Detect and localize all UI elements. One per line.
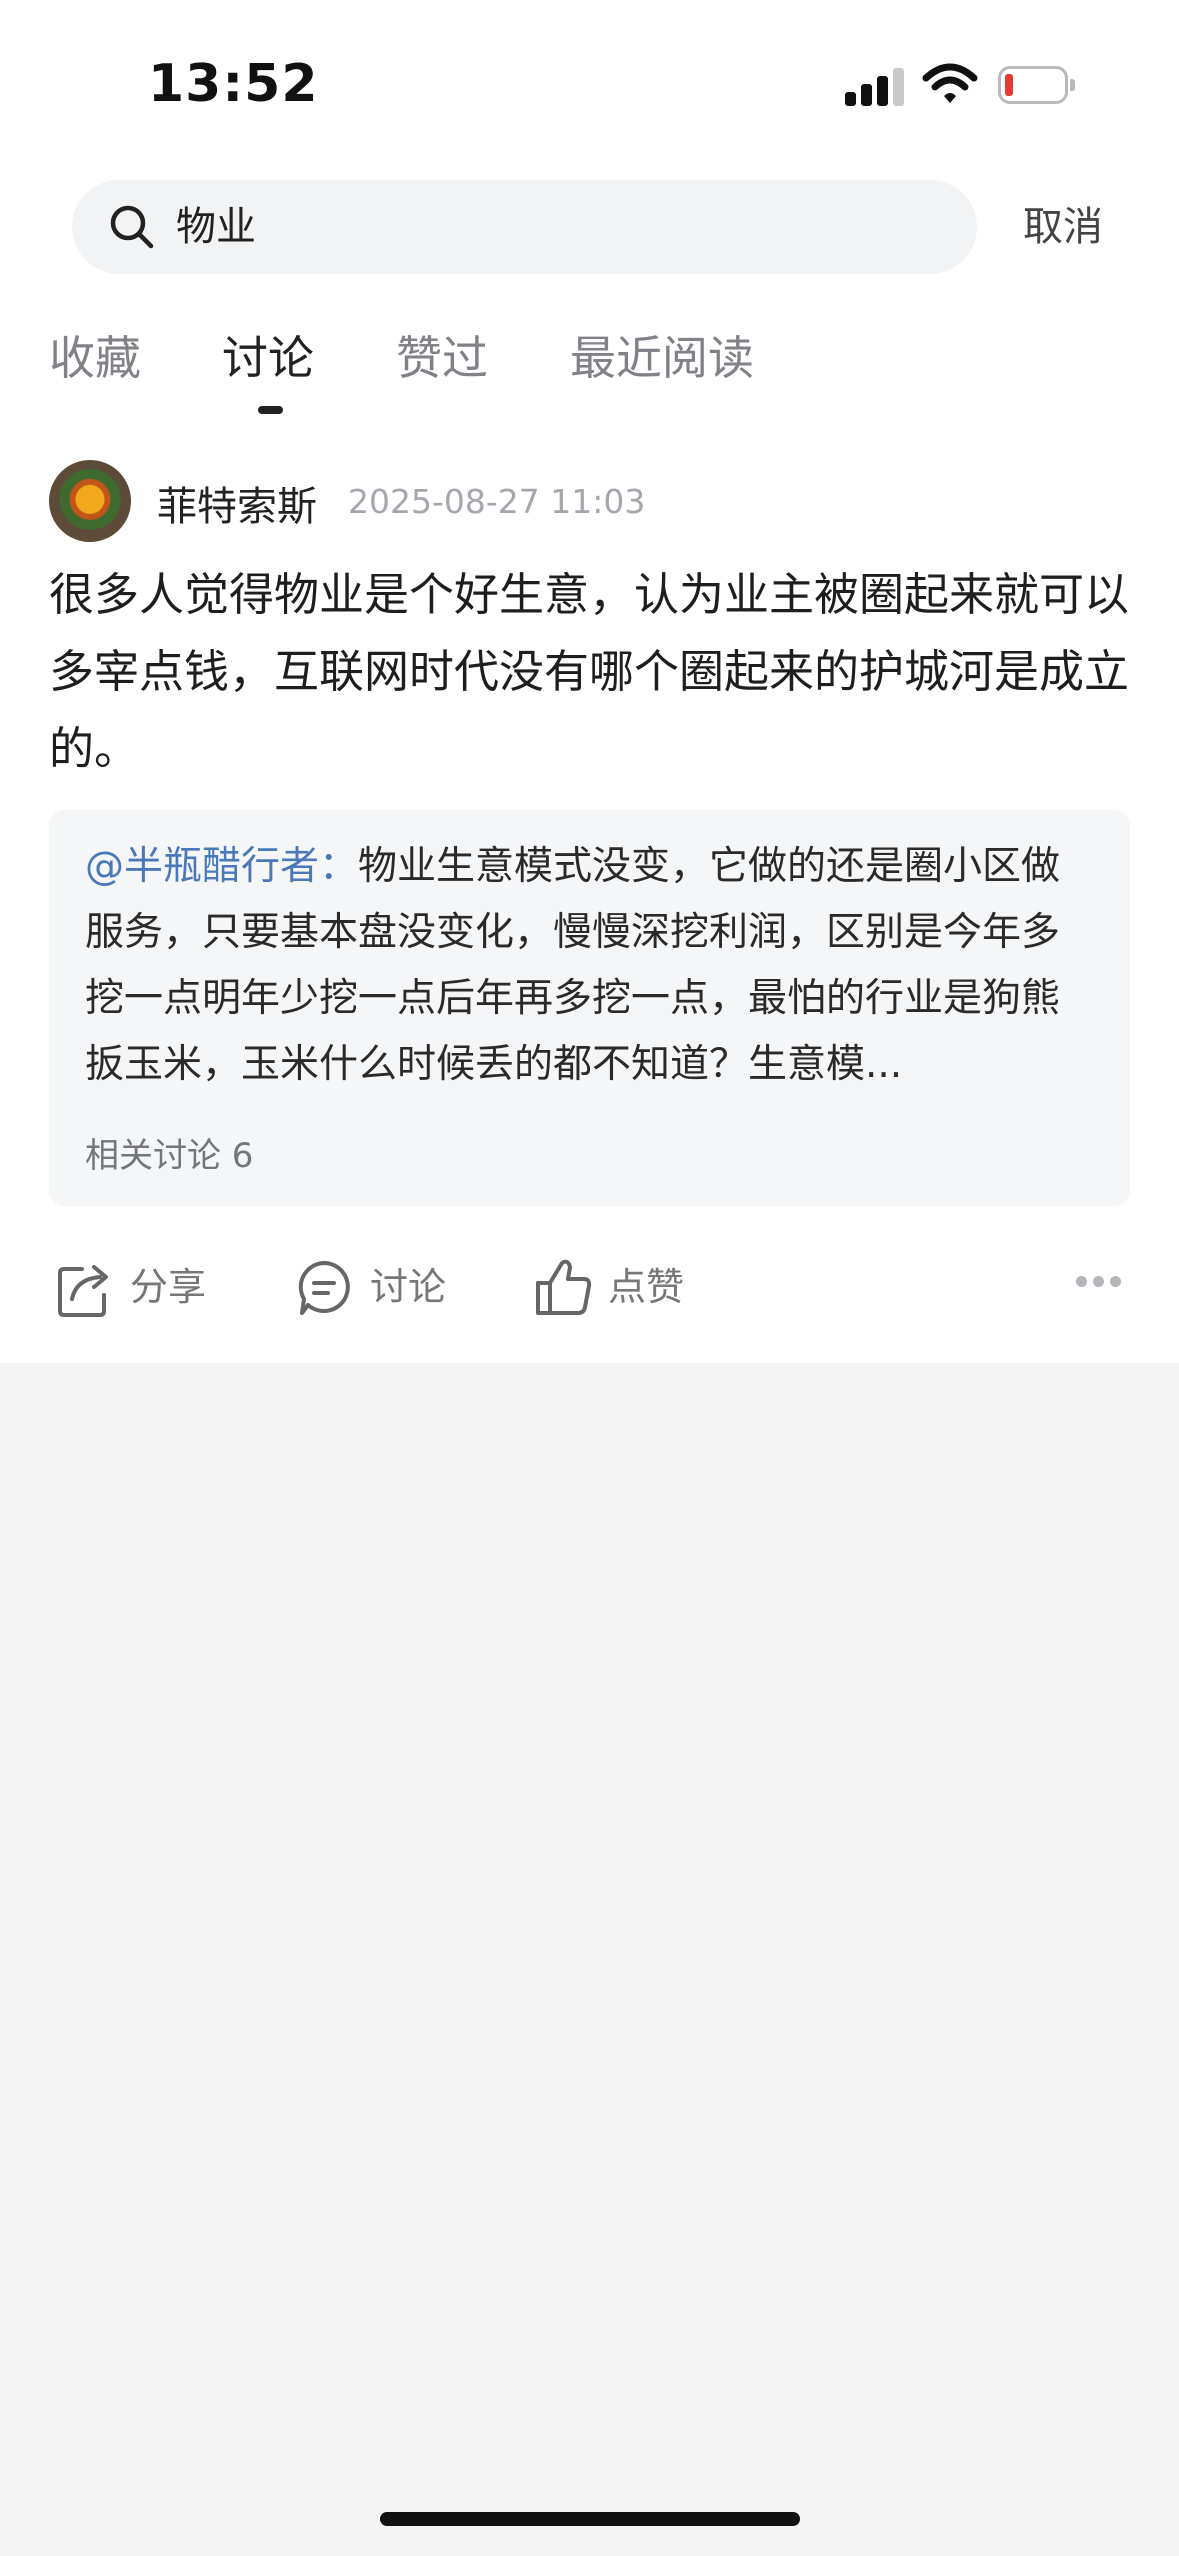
tab-discussions[interactable]: 讨论 [222, 322, 314, 388]
like-label: 点赞 [608, 1265, 685, 1309]
cellular-signal-icon [845, 66, 905, 106]
active-tab-indicator [258, 406, 283, 414]
cancel-button[interactable]: 取消 [1023, 180, 1103, 274]
avatar[interactable] [49, 460, 131, 542]
search-bar[interactable]: 物业 [72, 180, 977, 274]
content-panel: 13:52 物业 取消 收藏 讨论 赞过 最近阅读 菲特索斯 2025-08-2… [0, 0, 1179, 1363]
comment-icon [298, 1261, 350, 1315]
discuss-button[interactable]: 讨论 [296, 1255, 466, 1319]
like-button[interactable]: 点赞 [534, 1255, 704, 1319]
share-button[interactable]: 分享 [56, 1255, 226, 1319]
author-name[interactable]: 菲特索斯 [157, 474, 317, 532]
search-icon [110, 205, 154, 249]
post-text[interactable]: 很多人觉得物业是个好生意，认为业主被圈起来就可以多宰点钱，互联网时代没有哪个圈起… [49, 556, 1139, 787]
related-discussions-link[interactable]: 相关讨论 6 [85, 1128, 253, 1177]
tab-recent-reads[interactable]: 最近阅读 [570, 322, 754, 388]
mention-link[interactable]: @半瓶醋行者： [85, 844, 358, 889]
status-time: 13:52 [148, 54, 319, 114]
share-icon [58, 1265, 108, 1317]
tab-liked[interactable]: 赞过 [396, 322, 488, 388]
home-indicator[interactable] [380, 2512, 800, 2526]
tab-favorites[interactable]: 收藏 [49, 322, 141, 388]
wifi-icon [922, 63, 978, 103]
battery-icon [998, 66, 1078, 106]
search-input[interactable]: 物业 [176, 180, 256, 274]
more-options-icon[interactable] [1076, 1276, 1122, 1288]
post-timestamp: 2025-08-27 11:03 [348, 482, 646, 521]
discuss-label: 讨论 [370, 1265, 447, 1309]
quoted-comment-card[interactable]: @半瓶醋行者：物业生意模式没变，它做的还是圈小区做服务，只要基本盘没变化，慢慢深… [49, 810, 1130, 1206]
thumbs-up-icon [536, 1259, 592, 1315]
quoted-comment: @半瓶醋行者：物业生意模式没变，它做的还是圈小区做服务，只要基本盘没变化，慢慢深… [85, 834, 1095, 1098]
share-label: 分享 [130, 1265, 207, 1309]
